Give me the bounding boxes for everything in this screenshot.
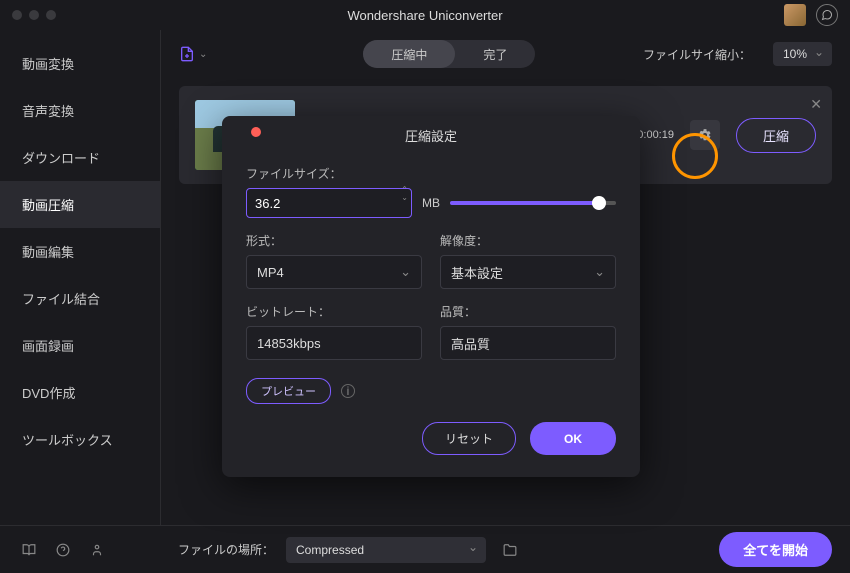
minimize-dot[interactable] [29, 10, 39, 20]
start-all-button[interactable]: 全てを開始 [719, 532, 832, 567]
reset-button[interactable]: リセット [422, 422, 516, 455]
resolution-select[interactable]: 基本設定 [440, 255, 616, 289]
sidebar-item-dvd[interactable]: DVD作成 [0, 369, 160, 416]
shrink-label: ファイルサイ縮小： [643, 46, 751, 63]
quality-label: 品質： [440, 303, 616, 320]
sidebar-item-label: DVD作成 [22, 386, 75, 401]
preview-button[interactable]: プレビュー [246, 378, 331, 404]
slider-thumb[interactable] [592, 196, 606, 210]
settings-button[interactable] [690, 120, 720, 150]
account-icon[interactable] [90, 543, 104, 557]
sidebar-item-file-merge[interactable]: ファイル結合 [0, 275, 160, 322]
sidebar-item-screen-record[interactable]: 画面録画 [0, 322, 160, 369]
filesize-unit: MB [422, 196, 440, 210]
app-title: Wondershare Uniconverter [0, 8, 850, 23]
bitrate-label: ビットレート： [246, 303, 422, 320]
sidebar-item-video-compress[interactable]: 動画圧縮 [0, 181, 160, 228]
modal-title: 圧縮設定 [246, 116, 616, 151]
quality-field: 高品質 [440, 326, 616, 360]
sidebar-item-label: ツールボックス [22, 433, 113, 448]
format-select[interactable]: MP4 [246, 255, 422, 289]
feedback-icon[interactable] [816, 4, 838, 26]
chevron-down-icon: ⌄ [199, 49, 207, 60]
format-label: 形式： [246, 232, 422, 249]
close-dot[interactable] [12, 10, 22, 20]
compress-settings-modal: 圧縮設定 ファイルサイズ： MB 形式： MP4 解像度： 基本設定 ビットレー… [222, 116, 640, 477]
book-icon[interactable] [22, 543, 36, 557]
sidebar-item-label: 音声変換 [22, 104, 74, 119]
window-controls[interactable] [12, 10, 56, 20]
sidebar: 動画変換 音声変換 ダウンロード 動画圧縮 動画編集 ファイル結合 画面録画 D… [0, 30, 160, 573]
compress-button[interactable]: 圧縮 [736, 118, 816, 153]
folder-icon[interactable] [502, 543, 518, 557]
location-select[interactable]: Compressed [286, 537, 486, 563]
location-label: ファイルの場所： [178, 541, 274, 558]
sidebar-item-toolbox[interactable]: ツールボックス [0, 416, 160, 463]
sidebar-item-download[interactable]: ダウンロード [0, 134, 160, 181]
info-icon[interactable]: i [341, 384, 355, 398]
resolution-label: 解像度： [440, 232, 616, 249]
sidebar-item-video-edit[interactable]: 動画編集 [0, 228, 160, 275]
zoom-dot[interactable] [46, 10, 56, 20]
sidebar-item-label: ダウンロード [22, 151, 100, 166]
shrink-select[interactable]: 10% [773, 42, 832, 66]
sidebar-item-label: 画面録画 [22, 339, 74, 354]
add-file-button[interactable]: ⌄ [179, 45, 207, 63]
filesize-slider[interactable] [450, 201, 616, 205]
sidebar-item-label: 動画編集 [22, 245, 74, 260]
avatar[interactable] [784, 4, 806, 26]
tab-done[interactable]: 完了 [455, 40, 535, 68]
filesize-label: ファイルサイズ： [246, 165, 616, 182]
sidebar-item-audio-convert[interactable]: 音声変換 [0, 87, 160, 134]
status-tabs: 圧縮中 完了 [363, 40, 535, 68]
sidebar-item-label: ファイル結合 [22, 292, 100, 307]
bitrate-field: 14853kbps [246, 326, 422, 360]
ok-button[interactable]: OK [530, 422, 616, 455]
modal-close-dot[interactable] [251, 127, 261, 137]
sidebar-item-video-convert[interactable]: 動画変換 [0, 40, 160, 87]
tab-compressing[interactable]: 圧縮中 [363, 40, 455, 68]
titlebar: Wondershare Uniconverter [0, 0, 850, 30]
filesize-input[interactable] [246, 188, 412, 218]
help-icon[interactable] [56, 543, 70, 557]
close-icon[interactable]: ✕ [810, 96, 822, 113]
topbar: ⌄ 圧縮中 完了 ファイルサイ縮小： 10% [161, 30, 850, 78]
sidebar-item-label: 動画圧縮 [22, 198, 74, 213]
sidebar-item-label: 動画変換 [22, 57, 74, 72]
footer: ファイルの場所： Compressed 全てを開始 [160, 525, 850, 573]
